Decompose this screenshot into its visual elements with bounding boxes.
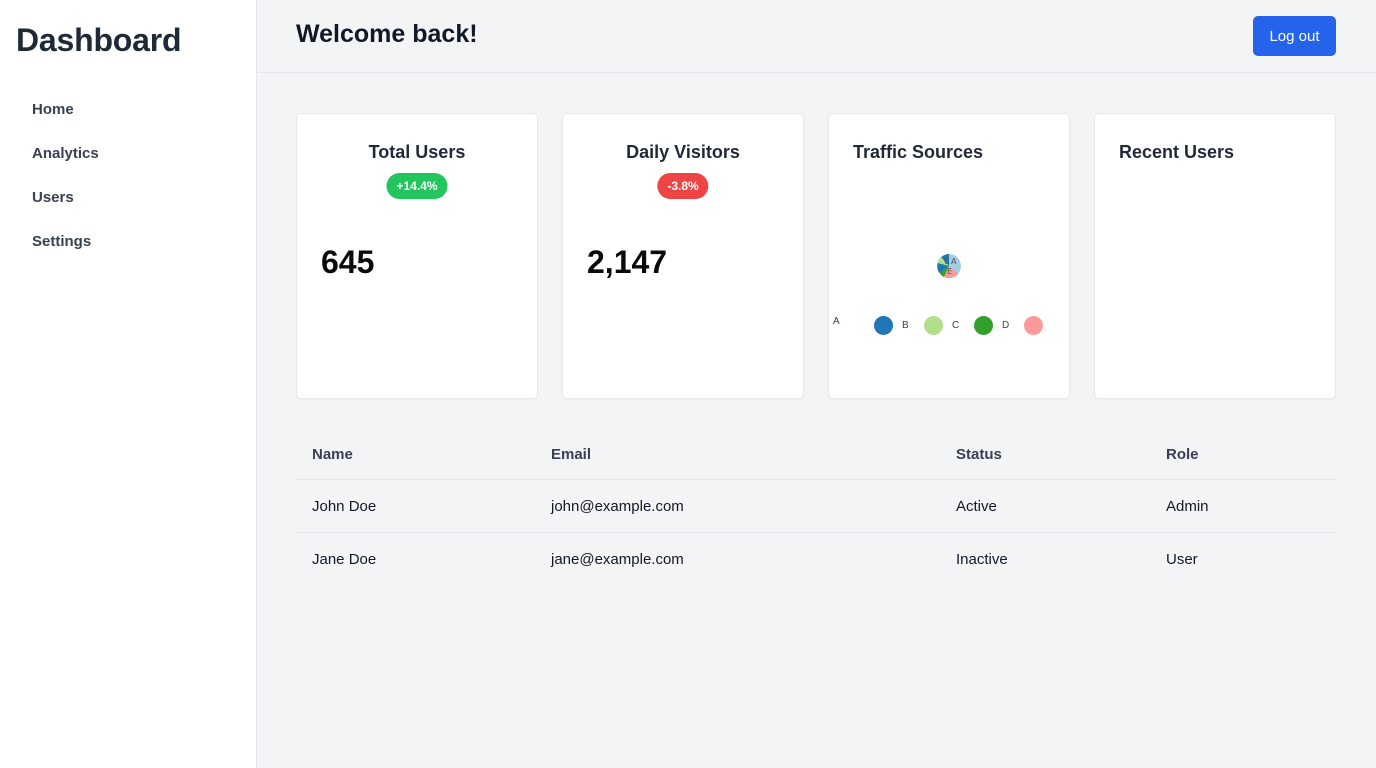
pie-label-c: C [944,257,950,266]
legend-item-e [1024,316,1043,335]
sidebar-nav: Home Analytics Users Settings [32,98,99,274]
daily-visitors-value: 2,147 [587,244,668,280]
column-header-status[interactable]: Status [956,430,1002,480]
legend-item-d: D [974,316,1009,335]
legend-swatch-b [874,316,893,335]
daily-visitors-title: Daily Visitors [626,142,740,162]
cell-name: John Doe [312,498,377,515]
legend-item-b: B [874,316,909,335]
total-users-value: 645 [321,244,375,280]
sidebar-item-analytics[interactable]: Analytics [32,142,99,186]
traffic-sources-card: Traffic Sources A C E A B C D [828,113,1070,399]
recent-users-title: Recent Users [1119,142,1235,162]
cell-name: Jane Doe [312,551,377,568]
total-users-change-badge: +14.4% [386,173,448,199]
legend-label-c: C [952,320,960,331]
app-title: Dashboard [16,22,182,58]
recent-users-card: Recent Users [1094,113,1336,399]
legend-swatch-e [1024,316,1043,335]
cell-email: jane@example.com [551,551,684,568]
legend-swatch-d [974,316,993,335]
cell-role: User [1166,551,1198,568]
cell-status: Active [956,498,997,515]
page-title: Welcome back! [296,20,478,48]
pie-label-e: E [947,267,952,276]
column-header-name[interactable]: Name [312,430,353,480]
sidebar-item-home[interactable]: Home [32,98,99,142]
total-users-card: Total Users +14.4% 645 [296,113,538,399]
users-table: Name Email Status Role John Doe john@exa… [296,430,1336,586]
sidebar: Dashboard Home Analytics Users Settings [0,0,257,768]
legend-swatch-c [924,316,943,335]
column-header-role[interactable]: Role [1166,430,1199,480]
top-header: Welcome back! Log out [257,0,1376,73]
legend-item-c: C [924,316,959,335]
pie-label-a: A [951,257,957,266]
traffic-sources-pie-chart: A C E [937,254,961,279]
traffic-sources-title: Traffic Sources [853,142,984,162]
cell-status: Inactive [956,551,1008,568]
cell-email: john@example.com [551,498,684,515]
logout-button[interactable]: Log out [1253,16,1336,56]
daily-visitors-card: Daily Visitors -3.8% 2,147 [562,113,804,399]
column-header-email[interactable]: Email [551,430,591,480]
total-users-title: Total Users [368,142,466,162]
traffic-sources-legend: A B C D [829,314,1069,338]
daily-visitors-change-badge: -3.8% [657,173,709,199]
sidebar-item-users[interactable]: Users [32,186,99,230]
legend-item-a: A [829,316,840,327]
table-row[interactable]: Jane Doe jane@example.com Inactive User [296,533,1336,586]
sidebar-item-settings[interactable]: Settings [32,230,99,274]
table-header-row: Name Email Status Role [296,430,1336,480]
table-row[interactable]: John Doe john@example.com Active Admin [296,480,1336,533]
legend-label-b: B [902,320,909,331]
cell-role: Admin [1166,498,1209,515]
legend-label-d: D [1002,320,1010,331]
legend-label-a: A [833,316,840,327]
